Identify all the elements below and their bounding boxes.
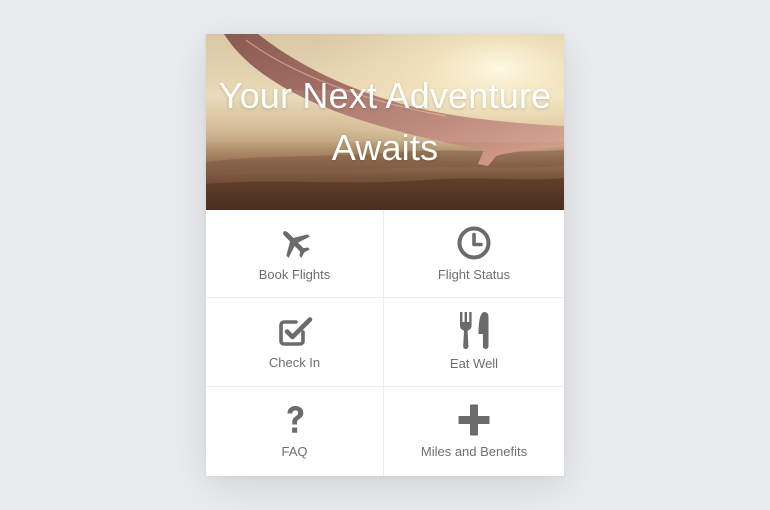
plus-icon: [458, 404, 490, 436]
hero-title-line-2: Awaits: [331, 127, 439, 168]
book-flights-button[interactable]: Book Flights: [206, 210, 384, 298]
faq-label: FAQ: [281, 444, 308, 459]
check-in-label: Check In: [268, 355, 321, 370]
miles-and-benefits-label: Miles and Benefits: [420, 444, 528, 459]
clock-icon: [457, 226, 491, 260]
hero-banner: Your Next Adventure Awaits: [206, 34, 564, 210]
book-flights-label: Book Flights: [258, 267, 331, 282]
question-mark-icon: [287, 406, 303, 433]
hero-title: Your Next Adventure Awaits: [206, 70, 564, 174]
faq-button[interactable]: FAQ: [206, 387, 384, 476]
eat-well-label: Eat Well: [449, 356, 499, 371]
menu-card: Your Next Adventure Awaits Book Flights …: [206, 34, 564, 476]
eat-well-button[interactable]: Eat Well: [384, 298, 564, 387]
miles-and-benefits-button[interactable]: Miles and Benefits: [384, 387, 564, 476]
flight-status-label: Flight Status: [437, 267, 511, 282]
check-in-button[interactable]: Check In: [206, 298, 384, 387]
hero-title-line-1: Your Next Adventure: [218, 75, 552, 116]
airplane-icon: [282, 231, 310, 258]
menu-grid: Book Flights Flight Status Check In Eat …: [206, 210, 564, 476]
flight-status-button[interactable]: Flight Status: [384, 210, 564, 298]
checkbox-icon: [278, 317, 312, 346]
fork-knife-icon: [460, 312, 489, 349]
